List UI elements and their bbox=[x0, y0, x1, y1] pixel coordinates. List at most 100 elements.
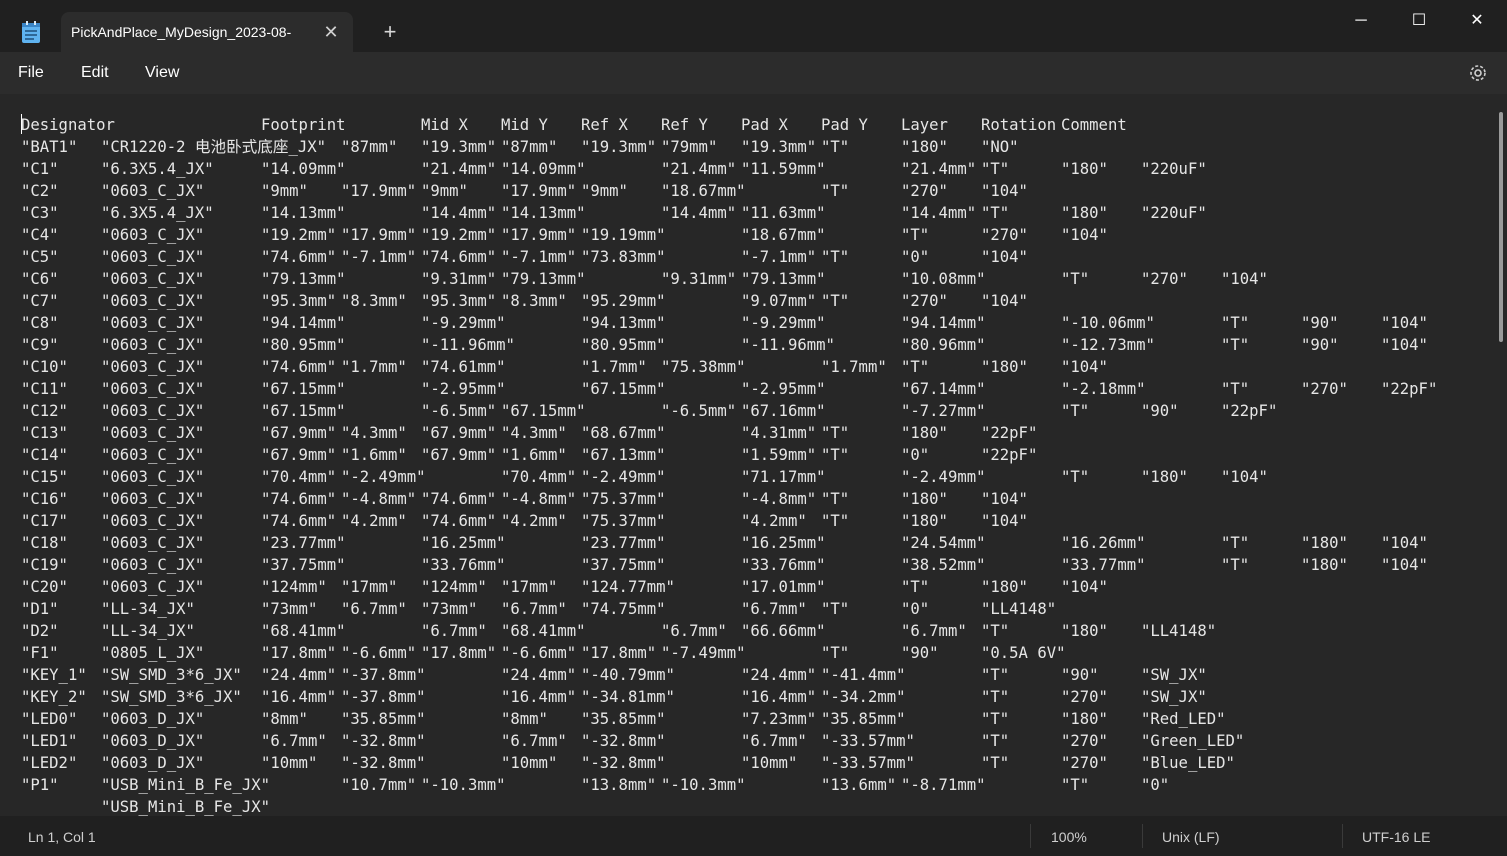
field: "79mm" bbox=[661, 138, 718, 156]
field: "T" bbox=[821, 644, 850, 662]
cursor-position: Ln 1, Col 1 bbox=[28, 829, 96, 845]
field: "24.4mm" bbox=[261, 666, 337, 684]
line-ending[interactable]: Unix (LF) bbox=[1162, 829, 1220, 845]
field: "35.85mm" bbox=[341, 710, 426, 728]
field: "-6.5mm" bbox=[421, 402, 497, 420]
field: "6.3X5.4_JX" bbox=[101, 204, 214, 222]
field: "79.13mm" bbox=[501, 270, 586, 288]
maximize-button[interactable]: ☐ bbox=[1396, 6, 1442, 36]
field: "-2.95mm" bbox=[741, 380, 826, 398]
field: "6.7mm" bbox=[341, 600, 407, 618]
field: "14.13mm" bbox=[501, 204, 586, 222]
field: "104" bbox=[1381, 314, 1428, 332]
field: "23.77mm" bbox=[261, 534, 346, 552]
minimize-button[interactable]: ─ bbox=[1338, 6, 1384, 36]
field: "T" bbox=[821, 182, 850, 200]
field: "-2.49mm" bbox=[901, 468, 986, 486]
field: "6.7mm" bbox=[661, 622, 727, 640]
field: "90" bbox=[1301, 336, 1339, 354]
field: "-2.49mm" bbox=[581, 468, 666, 486]
field: "4.3mm" bbox=[501, 424, 567, 442]
table-row: "C6" "0603_C_JX" "79.13mm" "9.31mm" "79.13mm… bbox=[21, 268, 1491, 290]
menu-edit[interactable]: Edit bbox=[81, 64, 109, 82]
field: "67.15mm" bbox=[501, 402, 586, 420]
field: "8.3mm" bbox=[341, 292, 407, 310]
field: "18.67mm" bbox=[741, 226, 826, 244]
field: "-11.96mm" bbox=[421, 336, 515, 354]
field: "180" bbox=[901, 138, 948, 156]
field: "D1" bbox=[21, 600, 59, 618]
field: "SW_SMD_3*6_JX" bbox=[101, 666, 242, 684]
field: "24.54mm" bbox=[901, 534, 986, 552]
field: "9.31mm" bbox=[421, 270, 497, 288]
field: "-32.8mm" bbox=[341, 732, 426, 750]
close-window-button[interactable]: ✕ bbox=[1454, 6, 1500, 36]
field: "17.8mm" bbox=[581, 644, 657, 662]
field: "T" bbox=[821, 248, 850, 266]
encoding[interactable]: UTF-16 LE bbox=[1362, 829, 1430, 845]
field: "BAT1" bbox=[21, 138, 78, 156]
close-tab-icon[interactable]: ✕ bbox=[323, 22, 339, 42]
field: "6.7mm" bbox=[501, 600, 567, 618]
field: "-33.57mm" bbox=[821, 754, 915, 772]
zoom-level[interactable]: 100% bbox=[1051, 829, 1087, 845]
title-bar: PickAndPlace_MyDesign_2023-08- ✕ + ─ ☐ ✕ bbox=[0, 0, 1507, 52]
new-tab-button[interactable]: + bbox=[378, 20, 402, 44]
field: "-10.3mm" bbox=[661, 776, 746, 794]
field: "90" bbox=[1061, 666, 1099, 684]
vertical-scrollbar[interactable] bbox=[1499, 112, 1503, 342]
field: "LED1" bbox=[21, 732, 78, 750]
field: "C17" bbox=[21, 512, 68, 530]
field: "-32.8mm" bbox=[581, 732, 666, 750]
field: "80.95mm" bbox=[261, 336, 346, 354]
field: "-7.27mm" bbox=[901, 402, 986, 420]
field: "T" bbox=[821, 138, 850, 156]
field: "73mm" bbox=[261, 600, 318, 618]
table-row: "USB_Mini_B_Fe_JX" bbox=[21, 796, 1491, 816]
table-row: "LED2" "0603_D_JX" "10mm" "-32.8mm" "10mm" "-… bbox=[21, 752, 1491, 774]
table-row: "C15" "0603_C_JX" "70.4mm" "-2.49mm" "70.4mm… bbox=[21, 466, 1491, 488]
field: "16.4mm" bbox=[501, 688, 577, 706]
field: "19.2mm" bbox=[421, 226, 497, 244]
table-row: "C4" "0603_C_JX" "19.2mm" "17.9mm" "19.2mm" "… bbox=[21, 224, 1491, 246]
field: "23.77mm" bbox=[581, 534, 666, 552]
field: "14.4mm" bbox=[901, 204, 977, 222]
field: Mid X bbox=[421, 116, 468, 134]
field: "19.3mm" bbox=[741, 138, 817, 156]
field: "0" bbox=[901, 600, 930, 618]
field: "180" bbox=[981, 358, 1028, 376]
field: "270" bbox=[1061, 688, 1108, 706]
field: "71.17mm" bbox=[741, 468, 826, 486]
field: "SW_JX" bbox=[1141, 666, 1207, 684]
field: "10mm" bbox=[501, 754, 558, 772]
table-row: "C10" "0603_C_JX" "74.6mm" "1.7mm" "74.61mm"… bbox=[21, 356, 1491, 378]
field: "17.9mm" bbox=[501, 226, 577, 244]
table-row: "C16" "0603_C_JX" "74.6mm" "-4.8mm" "74.6mm"… bbox=[21, 488, 1491, 510]
text-editor[interactable]: Designator Footprint Mid X Mid Y Ref X Ref Y P… bbox=[0, 94, 1507, 816]
gear-icon[interactable] bbox=[1467, 62, 1489, 84]
tab-document[interactable]: PickAndPlace_MyDesign_2023-08- ✕ bbox=[61, 12, 353, 52]
field: "-34.2mm" bbox=[821, 688, 906, 706]
field: "0603_C_JX" bbox=[101, 336, 205, 354]
field: "Green_LED" bbox=[1141, 732, 1245, 750]
field: "0603_C_JX" bbox=[101, 292, 205, 310]
field: "70.4mm" bbox=[501, 468, 577, 486]
menu-file[interactable]: File bbox=[18, 64, 44, 82]
field: "4.3mm" bbox=[341, 424, 407, 442]
field: "13.6mm" bbox=[821, 776, 897, 794]
field: "17mm" bbox=[341, 578, 398, 596]
field: "-10.3mm" bbox=[421, 776, 506, 794]
field: "6.7mm" bbox=[261, 732, 327, 750]
field: "104" bbox=[1221, 270, 1268, 288]
field: "104" bbox=[981, 512, 1028, 530]
field: "79.13mm" bbox=[741, 270, 826, 288]
field: "T" bbox=[981, 732, 1010, 750]
field: "C12" bbox=[21, 402, 68, 420]
field: "T" bbox=[821, 424, 850, 442]
field: "0603_C_JX" bbox=[101, 468, 205, 486]
tab-title: PickAndPlace_MyDesign_2023-08- bbox=[71, 24, 292, 40]
field: "C20" bbox=[21, 578, 68, 596]
table-row: "KEY_1" "SW_SMD_3*6_JX" "24.4mm" "-37.8mm" "… bbox=[21, 664, 1491, 686]
field: "6.7mm" bbox=[501, 732, 567, 750]
menu-view[interactable]: View bbox=[145, 64, 179, 82]
